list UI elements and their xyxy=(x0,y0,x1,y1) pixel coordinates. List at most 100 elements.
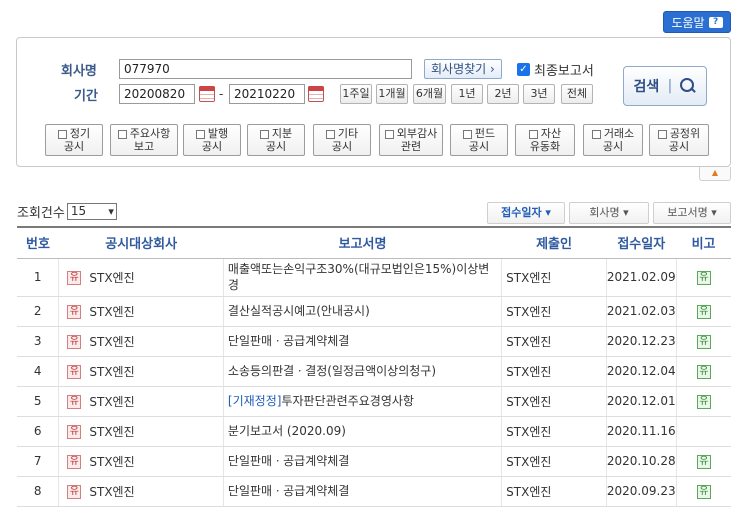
note-cell xyxy=(676,416,731,447)
note-cell: 유 xyxy=(676,356,731,387)
report-link[interactable]: 분기보고서 (2020.09) xyxy=(228,424,346,438)
category-label: 정기 xyxy=(69,127,91,140)
final-report-checkbox[interactable]: ✓ 최종보고서 xyxy=(517,60,594,79)
company-link[interactable]: STX엔진 xyxy=(89,455,134,469)
search-panel: 회사명 회사명찾기 › ✓ 최종보고서 기간 - 1주일 1개월 6개월 1년 … xyxy=(16,37,731,167)
note-badge-icon: 유 xyxy=(696,365,711,379)
submitter-cell: STX엔진 xyxy=(501,386,607,417)
category-equity-button[interactable]: 지분 공시 xyxy=(247,124,305,156)
report-cell: 단일판매ㆍ공급계약체결 xyxy=(223,476,503,507)
company-cell: 유 STX엔진 xyxy=(58,416,224,447)
period-1month-button[interactable]: 1개월 xyxy=(376,84,408,104)
company-link[interactable]: STX엔진 xyxy=(89,271,134,285)
company-link[interactable]: STX엔진 xyxy=(89,425,134,439)
company-link[interactable]: STX엔진 xyxy=(89,485,134,499)
calendar-icon[interactable] xyxy=(199,86,215,102)
period-2year-button[interactable]: 2년 xyxy=(487,84,519,104)
chevron-up-icon: ▲ xyxy=(711,168,719,177)
table-row: 2 유 STX엔진 결산실적공시예고(안내공시) STX엔진 2021.02.03 유 xyxy=(17,296,731,327)
submitter-cell: STX엔진 xyxy=(501,326,607,357)
count-dropdown[interactable]: 15 xyxy=(66,203,117,220)
company-link[interactable]: STX엔진 xyxy=(89,395,134,409)
report-link[interactable]: 매출액또는손익구조30%(대규모법인은15%)이상변경 xyxy=(228,262,489,292)
category-ftc-button[interactable]: 공정위 공시 xyxy=(649,124,709,156)
date-cell: 2020.10.28 xyxy=(606,446,677,477)
checkbox-icon xyxy=(657,129,667,139)
company-link[interactable]: STX엔진 xyxy=(89,335,134,349)
row-number: 5 xyxy=(17,386,60,417)
category-issuance-button[interactable]: 발행 공시 xyxy=(183,124,241,156)
period-1week-button[interactable]: 1주일 xyxy=(340,84,372,104)
report-cell: 단일판매ㆍ공급계약체결 xyxy=(223,326,503,357)
market-badge-icon: 유 xyxy=(67,305,82,319)
period-3year-button[interactable]: 3년 xyxy=(523,84,555,104)
search-button[interactable]: 검색 | xyxy=(623,66,707,106)
help-button[interactable]: 도움말 ? xyxy=(663,11,731,33)
start-date-input[interactable] xyxy=(119,84,195,104)
search-icon xyxy=(680,78,696,94)
help-label: 도움말 xyxy=(671,15,705,30)
category-major-button[interactable]: 주요사항 보고 xyxy=(110,124,178,156)
report-link[interactable]: 투자판단관련주요경영사항 xyxy=(281,394,413,408)
checkbox-checked-icon: ✓ xyxy=(517,63,530,76)
category-label: 공시 xyxy=(602,140,624,153)
header-date: 접수일자 xyxy=(606,226,677,259)
company-cell: 유 STX엔진 xyxy=(58,356,224,387)
row-number: 1 xyxy=(17,258,60,297)
sort-by-company-button[interactable]: 회사명 ▾ xyxy=(569,202,649,224)
company-input[interactable] xyxy=(119,59,412,79)
sort-by-report-button[interactable]: 보고서명 ▾ xyxy=(653,202,731,224)
note-badge-icon: 유 xyxy=(696,305,711,319)
category-audit-button[interactable]: 외부감사 관련 xyxy=(379,124,443,156)
market-badge-icon: 유 xyxy=(67,485,82,499)
category-label: 공시 xyxy=(63,140,85,153)
table-row: 4 유 STX엔진 소송등의판결ㆍ결정(일정금액이상의청구) STX엔진 2020.12.… xyxy=(17,356,731,387)
header-no: 번호 xyxy=(17,226,59,259)
period-1year-button[interactable]: 1년 xyxy=(451,84,483,104)
market-badge-icon: 유 xyxy=(67,395,82,409)
end-date-input[interactable] xyxy=(229,84,305,104)
category-label: 관련 xyxy=(400,140,422,153)
category-label: 주요사항 xyxy=(129,127,171,140)
report-link[interactable]: 단일판매ㆍ공급계약체결 xyxy=(228,454,349,468)
date-cell: 2020.12.04 xyxy=(606,356,677,387)
category-exchange-button[interactable]: 거래소 공시 xyxy=(583,124,643,156)
market-badge-icon: 유 xyxy=(67,455,82,469)
note-badge-icon: 유 xyxy=(696,271,711,285)
category-periodic-button[interactable]: 정기 공시 xyxy=(45,124,103,156)
company-cell: 유 STX엔진 xyxy=(58,326,224,357)
report-link[interactable]: 소송등의판결ㆍ결정(일정금액이상의청구) xyxy=(228,364,436,378)
period-label: 기간 xyxy=(74,89,98,104)
row-number: 2 xyxy=(17,296,60,327)
header-submitter: 제출인 xyxy=(501,226,607,259)
report-cell: 매출액또는손익구조30%(대규모법인은15%)이상변경 xyxy=(223,258,503,297)
sort-by-date-button[interactable]: 접수일자 ▾ xyxy=(487,202,565,224)
count-selector: 조회건수 15 xyxy=(17,202,117,221)
find-company-button[interactable]: 회사명찾기 › xyxy=(424,59,502,79)
disclosure-table: 번호 공시대상회사 보고서명 제출인 접수일자 비고 1 유 STX엔진 매출액또는손… xyxy=(17,226,731,507)
company-label: 회사명 xyxy=(61,64,97,79)
category-fund-button[interactable]: 펀드 공시 xyxy=(450,124,508,156)
category-label: 자산 xyxy=(540,127,562,140)
row-number: 4 xyxy=(17,356,60,387)
period-6month-button[interactable]: 6개월 xyxy=(413,84,446,104)
company-cell: 유 STX엔진 xyxy=(58,296,224,327)
note-cell: 유 xyxy=(676,476,731,507)
note-badge-icon: 유 xyxy=(696,485,711,499)
collapse-panel-button[interactable]: ▲ xyxy=(699,167,731,181)
report-link[interactable]: 단일판매ㆍ공급계약체결 xyxy=(228,484,349,498)
calendar-icon[interactable] xyxy=(308,86,324,102)
report-link[interactable]: 결산실적공시예고(안내공시) xyxy=(228,304,370,318)
question-icon: ? xyxy=(708,16,723,28)
company-link[interactable]: STX엔진 xyxy=(89,305,134,319)
category-other-button[interactable]: 기타 공시 xyxy=(313,124,371,156)
report-link[interactable]: 단일판매ㆍ공급계약체결 xyxy=(228,334,349,348)
category-asset-button[interactable]: 자산 유동화 xyxy=(515,124,575,156)
note-cell: 유 xyxy=(676,258,731,297)
period-all-button[interactable]: 전체 xyxy=(561,84,593,104)
note-cell: 유 xyxy=(676,446,731,477)
checkbox-icon xyxy=(528,129,538,139)
date-cell: 2020.11.16 xyxy=(606,416,677,447)
submitter-cell: STX엔진 xyxy=(501,356,607,387)
company-link[interactable]: STX엔진 xyxy=(89,365,134,379)
